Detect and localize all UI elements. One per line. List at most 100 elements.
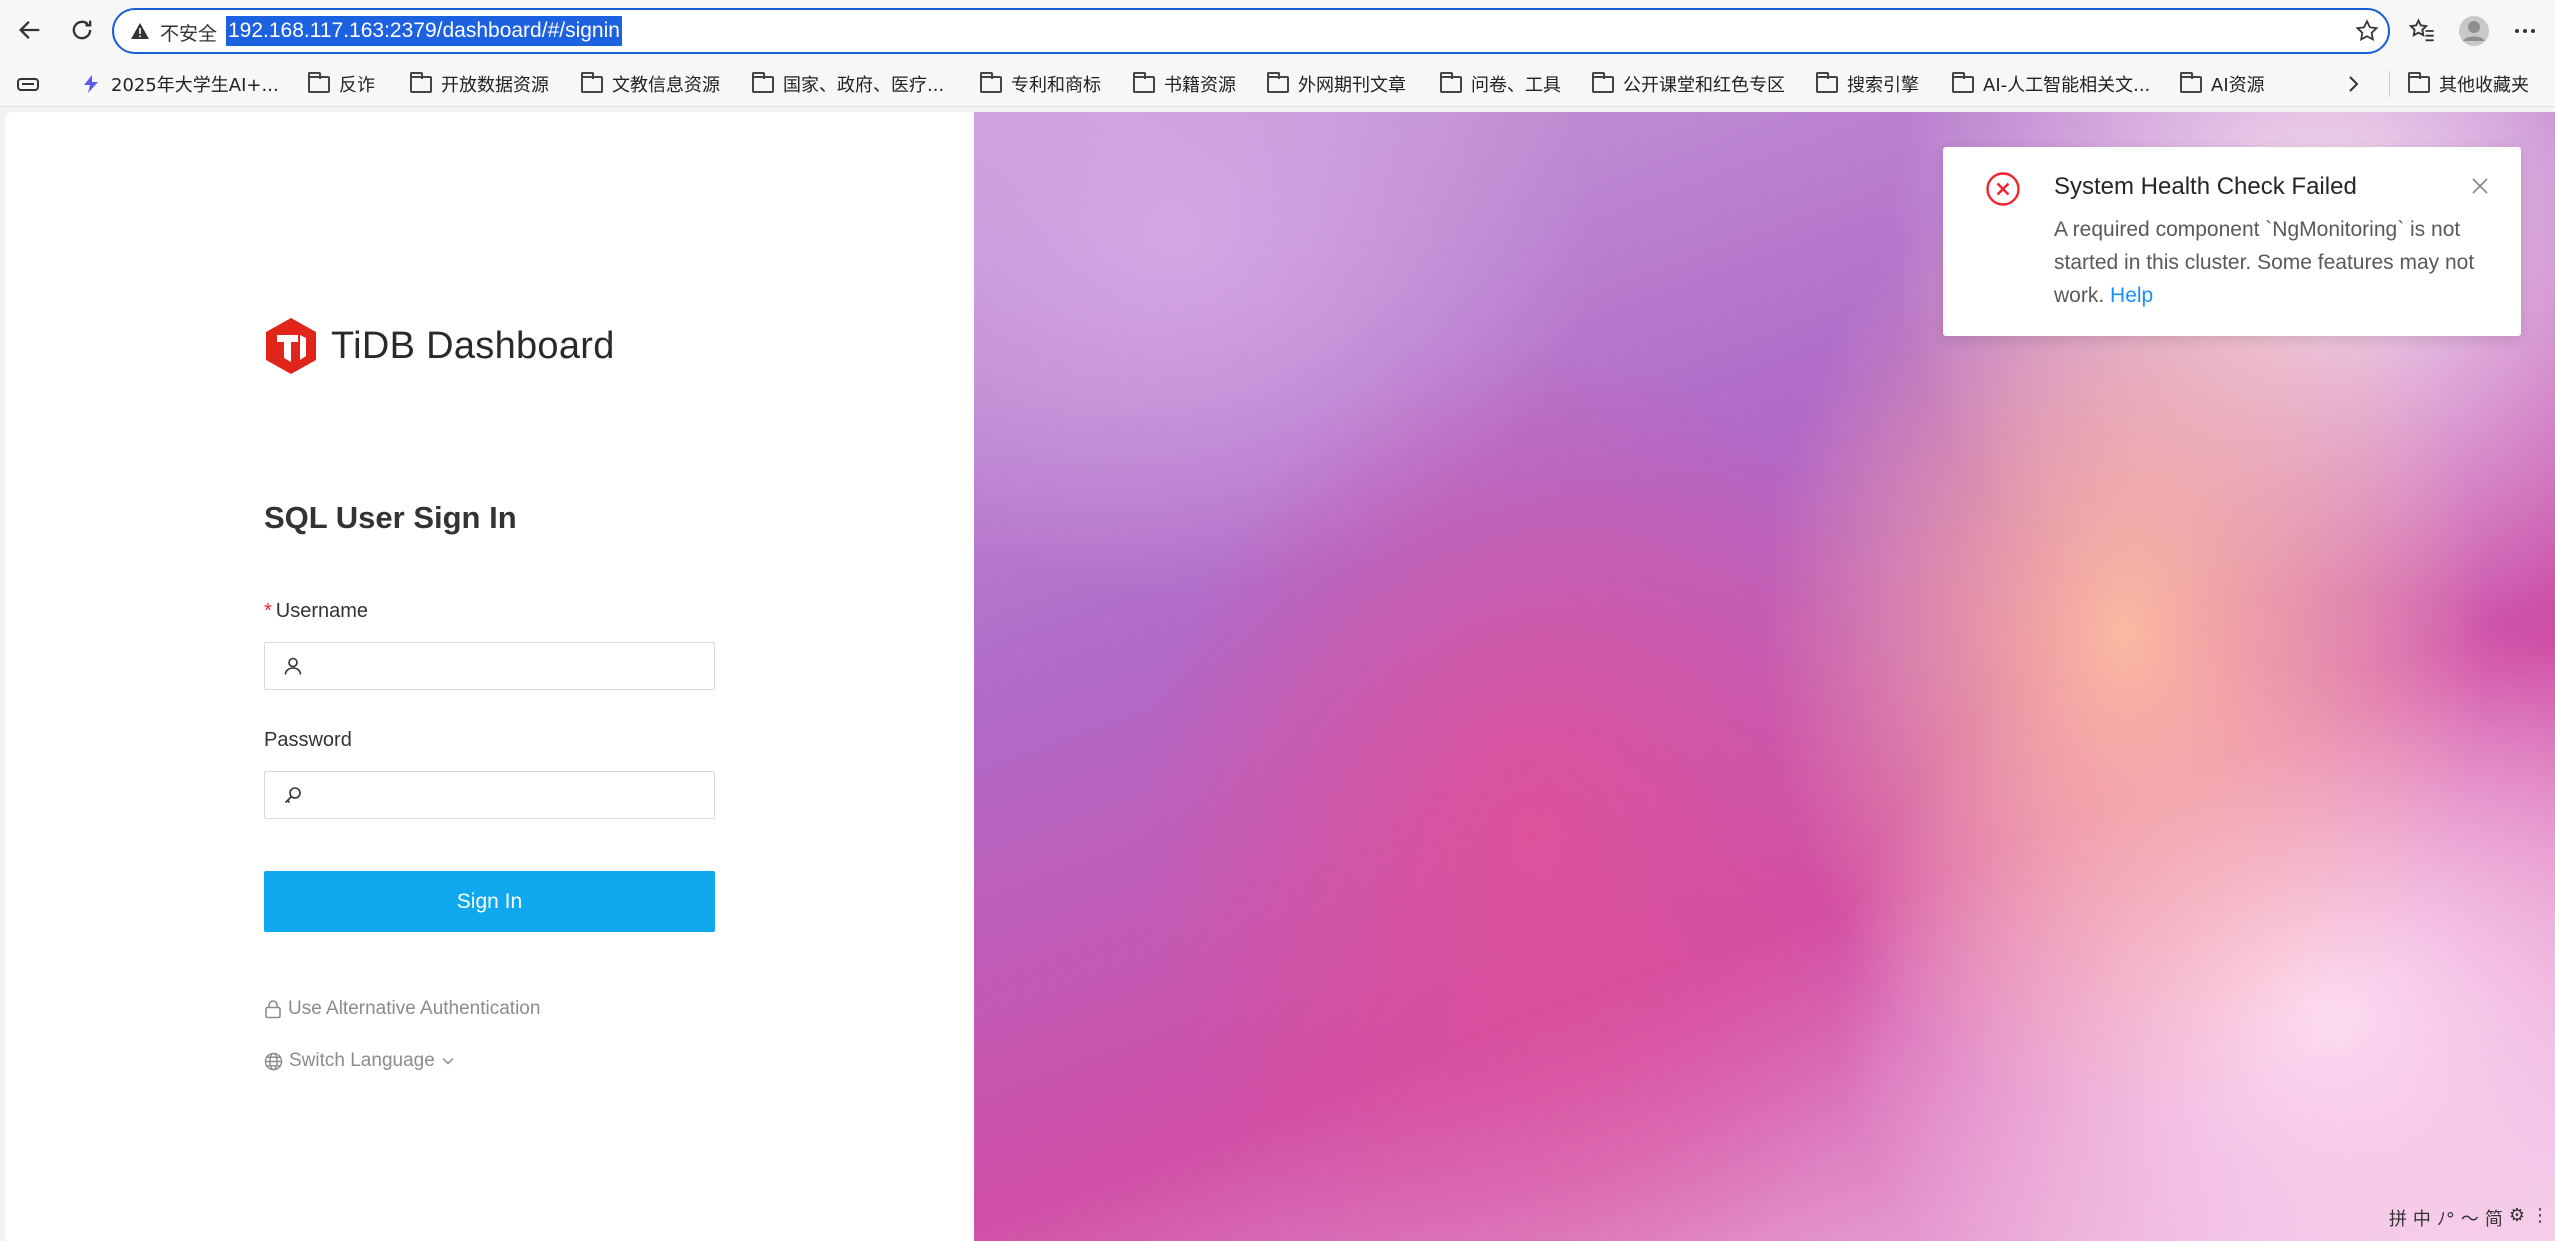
back-button[interactable] bbox=[10, 10, 50, 50]
folder-icon bbox=[1440, 71, 1462, 93]
user-icon bbox=[284, 657, 302, 675]
bookmark-label: 反诈 bbox=[339, 75, 375, 96]
alternative-auth-label: Use Alternative Authentication bbox=[288, 998, 541, 1019]
avatar-icon bbox=[2459, 16, 2489, 46]
browser-toolbar: 不安全 192.168.117.163:2379/dashboard/#/sig… bbox=[0, 0, 2555, 61]
chevron-down-icon bbox=[442, 1057, 454, 1065]
error-circle-icon bbox=[1986, 172, 2020, 206]
url-text[interactable]: 192.168.117.163:2379/dashboard/#/signin bbox=[226, 16, 622, 46]
folder-icon bbox=[308, 71, 330, 93]
username-label: * Username bbox=[264, 600, 368, 623]
address-bar[interactable]: 不安全 192.168.117.163:2379/dashboard/#/sig… bbox=[112, 8, 2390, 54]
ime-mode-button[interactable]: 拼 bbox=[2389, 1205, 2407, 1231]
password-field[interactable] bbox=[264, 771, 715, 819]
bookmark-folder[interactable]: 文教信息资源 bbox=[581, 69, 720, 99]
bookmark-label: 书籍资源 bbox=[1164, 75, 1236, 96]
reload-button[interactable] bbox=[62, 10, 102, 50]
globe-icon bbox=[264, 1052, 283, 1070]
arrow-left-icon bbox=[19, 21, 40, 39]
folder-icon bbox=[2180, 71, 2202, 93]
chevron-right-icon bbox=[2349, 76, 2359, 92]
ime-width-button[interactable]: 〜 bbox=[2461, 1205, 2479, 1231]
more-menu-button[interactable] bbox=[2508, 14, 2542, 48]
password-input[interactable] bbox=[313, 778, 703, 812]
switch-language-label: Switch Language bbox=[289, 1050, 435, 1071]
bookmark-folder[interactable]: 开放数据资源 bbox=[410, 69, 549, 99]
folder-icon bbox=[410, 71, 432, 93]
alternative-auth-link[interactable]: Use Alternative Authentication bbox=[264, 998, 540, 1020]
bookmark-folder[interactable]: 专利和商标 bbox=[980, 69, 1101, 99]
notification-title: System Health Check Failed bbox=[2054, 173, 2357, 200]
bookmark-label: 专利和商标 bbox=[1011, 75, 1101, 96]
bookmark-folder[interactable]: 国家、政府、医疗... bbox=[752, 69, 944, 99]
bookmark-label: 公开课堂和红色专区 bbox=[1623, 75, 1785, 96]
bookmarks-bar: 2025年大学生AI+... 反诈 开放数据资源 文教信息资源 国家、政府、医疗… bbox=[0, 61, 2555, 107]
bookmark-label: 外网期刊文章 bbox=[1298, 75, 1406, 96]
tidb-logo-icon bbox=[266, 318, 316, 374]
folder-icon bbox=[2408, 71, 2430, 93]
bookmark-label: AI-人工智能相关文... bbox=[1983, 75, 2151, 96]
more-dots-icon bbox=[2515, 29, 2535, 33]
folder-icon bbox=[1952, 71, 1974, 93]
security-label[interactable]: 不安全 bbox=[160, 19, 217, 46]
folder-icon bbox=[1592, 71, 1614, 93]
bookmark-label: 搜索引擎 bbox=[1847, 75, 1919, 96]
bookmark-folder[interactable]: AI资源 bbox=[2180, 69, 2265, 99]
signin-panel: TiDB Dashboard SQL User Sign In * Usernam… bbox=[5, 112, 974, 1241]
required-mark: * bbox=[264, 600, 272, 622]
help-link[interactable]: Help bbox=[2110, 284, 2153, 307]
bookmark-folder[interactable]: 外网期刊文章 bbox=[1267, 69, 1406, 99]
bookmark-folder[interactable]: 搜索引擎 bbox=[1816, 69, 1919, 99]
bookmark-folder[interactable]: 反诈 bbox=[308, 69, 375, 99]
bookmark-folder[interactable]: AI-人工智能相关文... bbox=[1952, 69, 2150, 99]
folder-icon bbox=[581, 71, 603, 93]
health-check-notification: System Health Check Failed A required co… bbox=[1943, 147, 2521, 336]
page-viewport: TiDB Dashboard SQL User Sign In * Usernam… bbox=[5, 112, 2555, 1241]
key-icon bbox=[284, 787, 301, 804]
ime-punctuation-button[interactable]: ﾉ° bbox=[2437, 1205, 2455, 1231]
bookmark-label: 文教信息资源 bbox=[612, 75, 720, 96]
ime-settings-button[interactable]: ⚙ bbox=[2509, 1205, 2525, 1231]
page-title: SQL User Sign In bbox=[264, 500, 517, 535]
logo-text: TiDB Dashboard bbox=[331, 324, 615, 367]
bookmark-label: 国家、政府、医疗... bbox=[783, 75, 945, 96]
ime-more-button[interactable]: ⋮ bbox=[2531, 1205, 2549, 1231]
ime-language-button[interactable]: 中 bbox=[2413, 1205, 2431, 1231]
switch-language-dropdown[interactable]: Switch Language bbox=[264, 1050, 455, 1072]
notification-body: A required component `NgMonitoring` is n… bbox=[2054, 213, 2494, 312]
bookmark-label: 问卷、工具 bbox=[1471, 75, 1561, 96]
bookmark-folder[interactable]: 书籍资源 bbox=[1133, 69, 1236, 99]
username-field[interactable] bbox=[264, 642, 715, 690]
folder-icon bbox=[1816, 71, 1838, 93]
folder-icon bbox=[1267, 71, 1289, 93]
ime-toolbar: 拼 中 ﾉ° 〜 简 ⚙ ⋮ bbox=[2389, 1205, 2549, 1231]
bookmark-folder[interactable]: 公开课堂和红色专区 bbox=[1592, 69, 1785, 99]
username-input[interactable] bbox=[313, 649, 703, 683]
bookmark-folder[interactable]: 问卷、工具 bbox=[1440, 69, 1561, 99]
reload-icon bbox=[72, 20, 92, 40]
warning-icon bbox=[131, 23, 149, 39]
bookmark-label: 其他收藏夹 bbox=[2439, 75, 2529, 96]
sign-in-button[interactable]: Sign In bbox=[264, 871, 715, 932]
ime-simplified-button[interactable]: 简 bbox=[2485, 1205, 2503, 1231]
username-label-text: Username bbox=[275, 600, 369, 622]
password-label: Password bbox=[264, 729, 352, 751]
profile-button[interactable] bbox=[2457, 14, 2491, 48]
star-icon[interactable] bbox=[2354, 18, 2380, 44]
ai-app-icon bbox=[84, 75, 98, 93]
folder-icon bbox=[1133, 71, 1155, 93]
favorites-button[interactable] bbox=[2405, 14, 2439, 48]
favorites-icon bbox=[2408, 18, 2434, 42]
tidb-logo: TiDB Dashboard bbox=[265, 317, 615, 375]
folder-icon bbox=[980, 71, 1002, 93]
bookmark-item[interactable]: 2025年大学生AI+... bbox=[80, 69, 279, 99]
close-icon[interactable] bbox=[2471, 177, 2489, 195]
bookmarks-divider bbox=[2389, 71, 2390, 97]
other-bookmarks-folder[interactable]: 其他收藏夹 bbox=[2408, 69, 2529, 99]
bookmark-label: 2025年大学生AI+... bbox=[111, 75, 279, 96]
folder-icon bbox=[752, 71, 774, 93]
bookmark-label: AI资源 bbox=[2211, 75, 2265, 96]
bookmark-label: 开放数据资源 bbox=[441, 75, 549, 96]
bookmark-collections-button[interactable] bbox=[16, 69, 40, 99]
bookmarks-overflow-button[interactable] bbox=[2343, 69, 2363, 99]
